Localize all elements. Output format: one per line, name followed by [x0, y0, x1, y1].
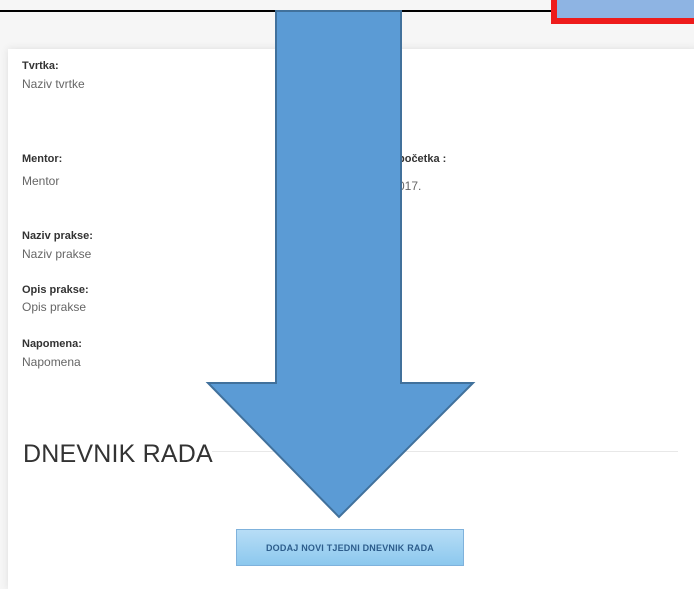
- company-label: Tvrtka:: [22, 60, 59, 72]
- note-label: Napomena:: [22, 338, 82, 350]
- internship-details-panel: [8, 49, 694, 589]
- add-weekly-diary-button[interactable]: DODAJ NOVI TJEDNI DNEVNIK RADA: [236, 529, 464, 566]
- mentor-label: Mentor:: [22, 153, 63, 165]
- work-diary-title: DNEVNIK RADA: [23, 440, 213, 468]
- highlight-box: [551, 0, 694, 24]
- internship-description-label: Opis prakse:: [22, 284, 89, 296]
- company-value: Naziv tvrtke: [22, 77, 85, 91]
- section-divider: [212, 451, 678, 452]
- internship-description-value: Opis prakse: [22, 300, 87, 314]
- internship-name-label: Naziv prakse:: [22, 230, 93, 242]
- internship-name-value: Naziv prakse: [22, 247, 92, 261]
- note-value: Napomena: [22, 355, 81, 369]
- top-divider-line: [0, 10, 552, 12]
- start-date-label: početka :: [398, 153, 447, 165]
- start-date-value: 017.: [398, 179, 422, 193]
- mentor-value: Mentor: [22, 174, 60, 188]
